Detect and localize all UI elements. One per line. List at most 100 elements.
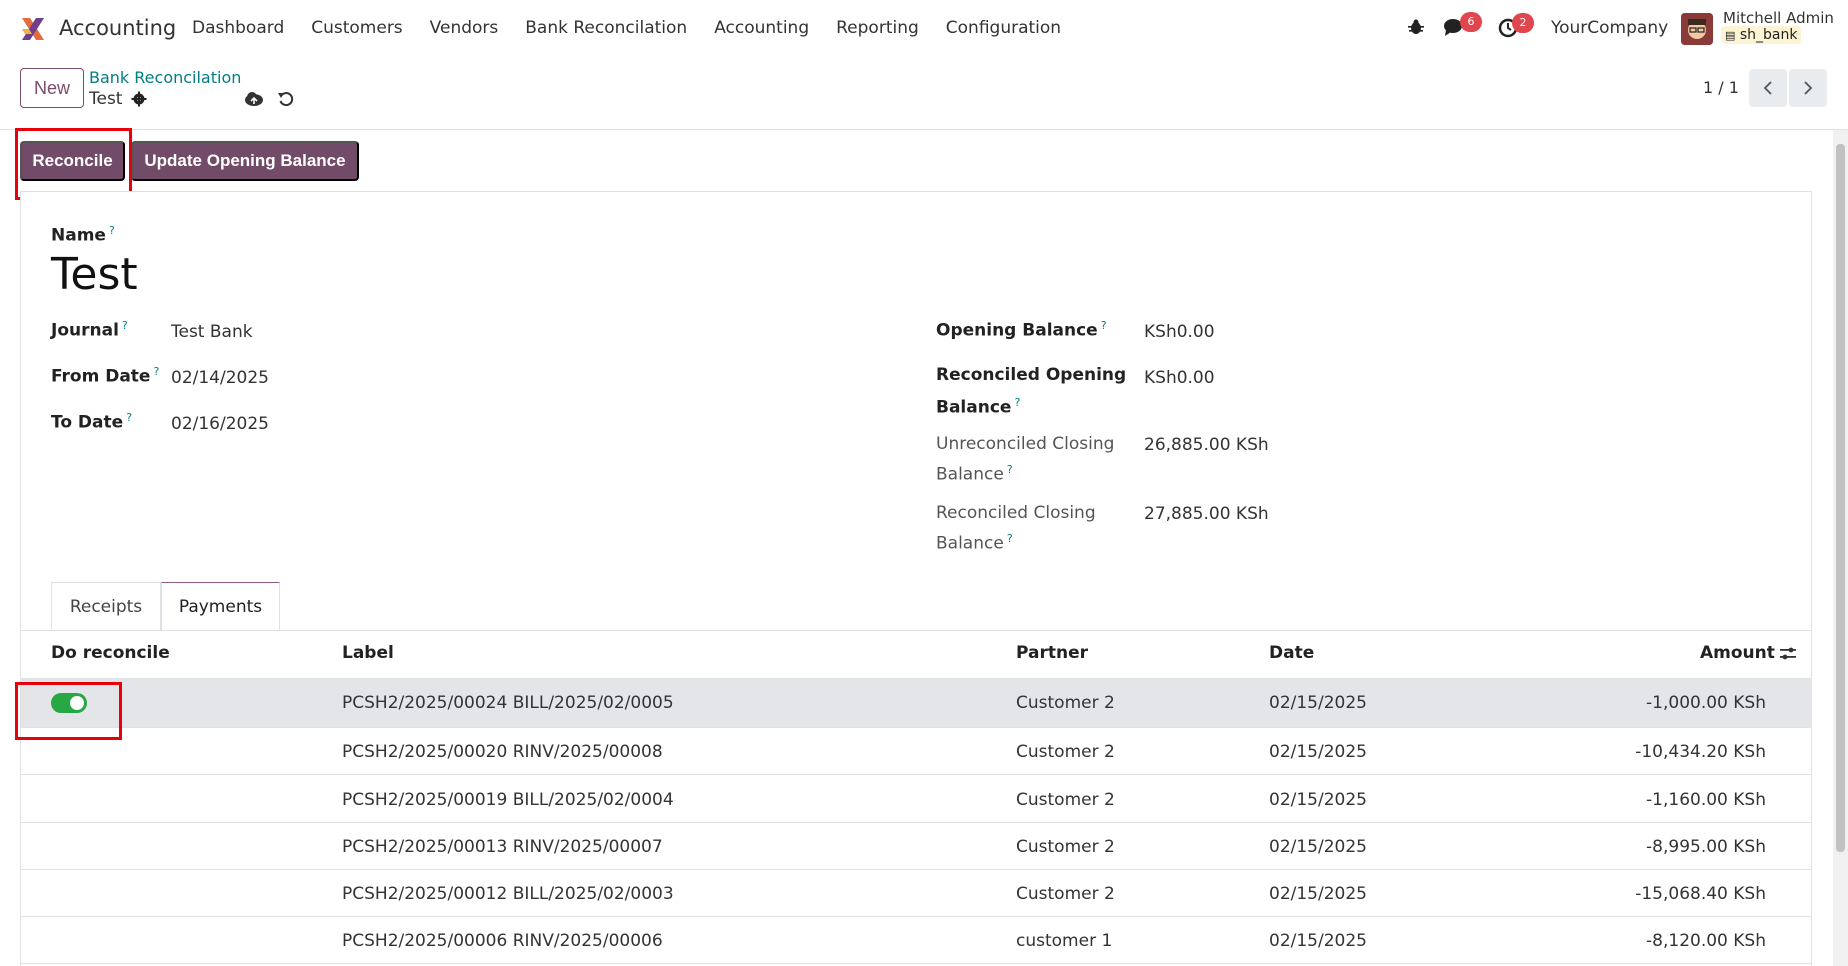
to-date-label: To Date?: [51, 411, 133, 433]
reconciled-closing-balance-value: 27,885.00 KSh: [1144, 504, 1269, 524]
opening-balance-label: Opening Balance?: [936, 319, 1107, 341]
accounting-app-icon[interactable]: [20, 16, 46, 42]
user-avatar[interactable]: [1681, 13, 1713, 45]
row-amount: -1,000.00 KSh: [1646, 693, 1766, 713]
chevron-left-icon: [1763, 81, 1772, 95]
table-row[interactable]: PCSH2/2025/00020 RINV/2025/00008 Custome…: [21, 728, 1812, 775]
row-partner: Customer 2: [1016, 884, 1115, 904]
row-date: 02/15/2025: [1269, 931, 1367, 951]
update-opening-balance-button[interactable]: Update Opening Balance: [131, 141, 359, 181]
save-cloud-icon[interactable]: [244, 91, 264, 107]
activities-button[interactable]: 2: [1498, 13, 1534, 42]
opening-balance-value: KSh0.00: [1144, 322, 1215, 342]
row-label: PCSH2/2025/00006 RINV/2025/00006: [342, 931, 663, 951]
page-scrollbar[interactable]: [1833, 130, 1848, 966]
opening-balance-help-icon[interactable]: ?: [1101, 319, 1107, 332]
column-amount[interactable]: Amount: [1700, 643, 1775, 663]
column-date[interactable]: Date: [1269, 643, 1314, 663]
row-date: 02/15/2025: [1269, 884, 1367, 904]
main-menu: Dashboard Customers Vendors Bank Reconci…: [192, 18, 1088, 38]
row-amount: -8,120.00 KSh: [1646, 931, 1766, 951]
menu-dashboard[interactable]: Dashboard: [192, 18, 284, 38]
control-panel-divider: [0, 129, 1848, 130]
row-label: PCSH2/2025/00012 BILL/2025/02/0003: [342, 884, 674, 904]
user-name[interactable]: Mitchell Admin: [1723, 9, 1834, 27]
unreconciled-closing-balance-label: Unreconciled Closing Balance?: [936, 434, 1115, 485]
row-partner: Customer 2: [1016, 837, 1115, 857]
reconciled-opening-help-icon[interactable]: ?: [1014, 396, 1020, 409]
gear-icon[interactable]: [131, 91, 147, 107]
column-partner[interactable]: Partner: [1016, 643, 1088, 663]
row-amount: -8,995.00 KSh: [1646, 837, 1766, 857]
row-date: 02/15/2025: [1269, 837, 1367, 857]
record-name[interactable]: Test: [51, 249, 138, 300]
optional-columns-sliders-icon[interactable]: [1779, 645, 1797, 663]
breadcrumb-current: Test: [89, 89, 123, 109]
reconciled-opening-balance-label: Reconciled Opening Balance?: [936, 365, 1127, 418]
pager-value[interactable]: 1 / 1: [1703, 78, 1739, 97]
reconciled-opening-balance-value: KSh0.00: [1144, 368, 1215, 388]
row-partner: customer 1: [1016, 931, 1113, 951]
top-navbar: Accounting Dashboard Customers Vendors B…: [0, 0, 1848, 49]
from-date-help-icon[interactable]: ?: [153, 365, 159, 378]
messages-badge: 6: [1460, 12, 1482, 32]
table-row[interactable]: PCSH2/2025/00019 BILL/2025/02/0004 Custo…: [21, 776, 1812, 823]
table-row[interactable]: PCSH2/2025/00024 BILL/2025/02/0005 Custo…: [21, 679, 1812, 728]
row-label: PCSH2/2025/00013 RINV/2025/00007: [342, 837, 663, 857]
name-label: Name?: [51, 224, 115, 246]
to-date-value[interactable]: 02/16/2025: [171, 414, 269, 434]
name-help-icon[interactable]: ?: [109, 224, 115, 237]
reconciled-closing-help-icon[interactable]: ?: [1007, 532, 1013, 545]
company-switcher[interactable]: YourCompany: [1551, 18, 1668, 38]
column-do-reconcile[interactable]: Do reconcile: [51, 643, 170, 663]
table-row[interactable]: PCSH2/2025/00012 BILL/2025/02/0003 Custo…: [21, 870, 1812, 917]
scrollbar-thumb[interactable]: [1836, 144, 1845, 852]
row-label: PCSH2/2025/00024 BILL/2025/02/0005: [342, 693, 674, 713]
pager-previous-button[interactable]: [1749, 69, 1787, 107]
menu-customers[interactable]: Customers: [311, 18, 402, 38]
row-partner: Customer 2: [1016, 693, 1115, 713]
row-label: PCSH2/2025/00020 RINV/2025/00008: [342, 742, 663, 762]
tab-receipts[interactable]: Receipts: [51, 582, 161, 631]
row-amount: -10,434.20 KSh: [1635, 742, 1766, 762]
row-date: 02/15/2025: [1269, 693, 1367, 713]
table-row[interactable]: PCSH2/2025/00013 RINV/2025/00007 Custome…: [21, 823, 1812, 870]
database-badge: ▤ sh_bank: [1721, 26, 1802, 44]
row-partner: Customer 2: [1016, 790, 1115, 810]
chevron-right-icon: [1804, 81, 1813, 95]
debug-bug-icon[interactable]: [1407, 18, 1425, 36]
row-amount: -15,068.40 KSh: [1635, 884, 1766, 904]
app-name[interactable]: Accounting: [59, 16, 176, 40]
row-date: 02/15/2025: [1269, 790, 1367, 810]
messages-button[interactable]: 6: [1443, 12, 1482, 41]
menu-configuration[interactable]: Configuration: [946, 18, 1061, 38]
to-date-help-icon[interactable]: ?: [126, 411, 132, 424]
row-amount: -1,160.00 KSh: [1646, 790, 1766, 810]
menu-bank-reconcilation[interactable]: Bank Reconcilation: [525, 18, 687, 38]
unreconciled-closing-balance-value: 26,885.00 KSh: [1144, 435, 1269, 455]
new-button[interactable]: New: [20, 68, 84, 108]
database-icon: ▤: [1725, 29, 1736, 42]
row-date: 02/15/2025: [1269, 742, 1367, 762]
breadcrumb-parent[interactable]: Bank Reconcilation: [89, 68, 241, 87]
from-date-label: From Date?: [51, 365, 160, 387]
tabs-divider: [20, 630, 1812, 631]
discard-undo-icon[interactable]: [277, 90, 295, 108]
reconciled-closing-balance-label: Reconciled Closing Balance?: [936, 503, 1096, 554]
from-date-value[interactable]: 02/14/2025: [171, 368, 269, 388]
menu-vendors[interactable]: Vendors: [430, 18, 499, 38]
row-partner: Customer 2: [1016, 742, 1115, 762]
column-label[interactable]: Label: [342, 643, 394, 663]
menu-accounting[interactable]: Accounting: [714, 18, 809, 38]
tab-payments[interactable]: Payments: [161, 582, 280, 631]
reconcile-highlight-box: [15, 128, 132, 200]
table-row[interactable]: PCSH2/2025/00006 RINV/2025/00006 custome…: [21, 917, 1812, 964]
database-name: sh_bank: [1739, 27, 1798, 43]
activities-badge: 2: [1512, 13, 1534, 33]
journal-value[interactable]: Test Bank: [171, 322, 253, 342]
journal-label: Journal?: [51, 319, 128, 341]
journal-help-icon[interactable]: ?: [122, 319, 128, 332]
menu-reporting[interactable]: Reporting: [836, 18, 919, 38]
pager-next-button[interactable]: [1789, 69, 1827, 107]
unreconciled-closing-help-icon[interactable]: ?: [1007, 463, 1013, 476]
